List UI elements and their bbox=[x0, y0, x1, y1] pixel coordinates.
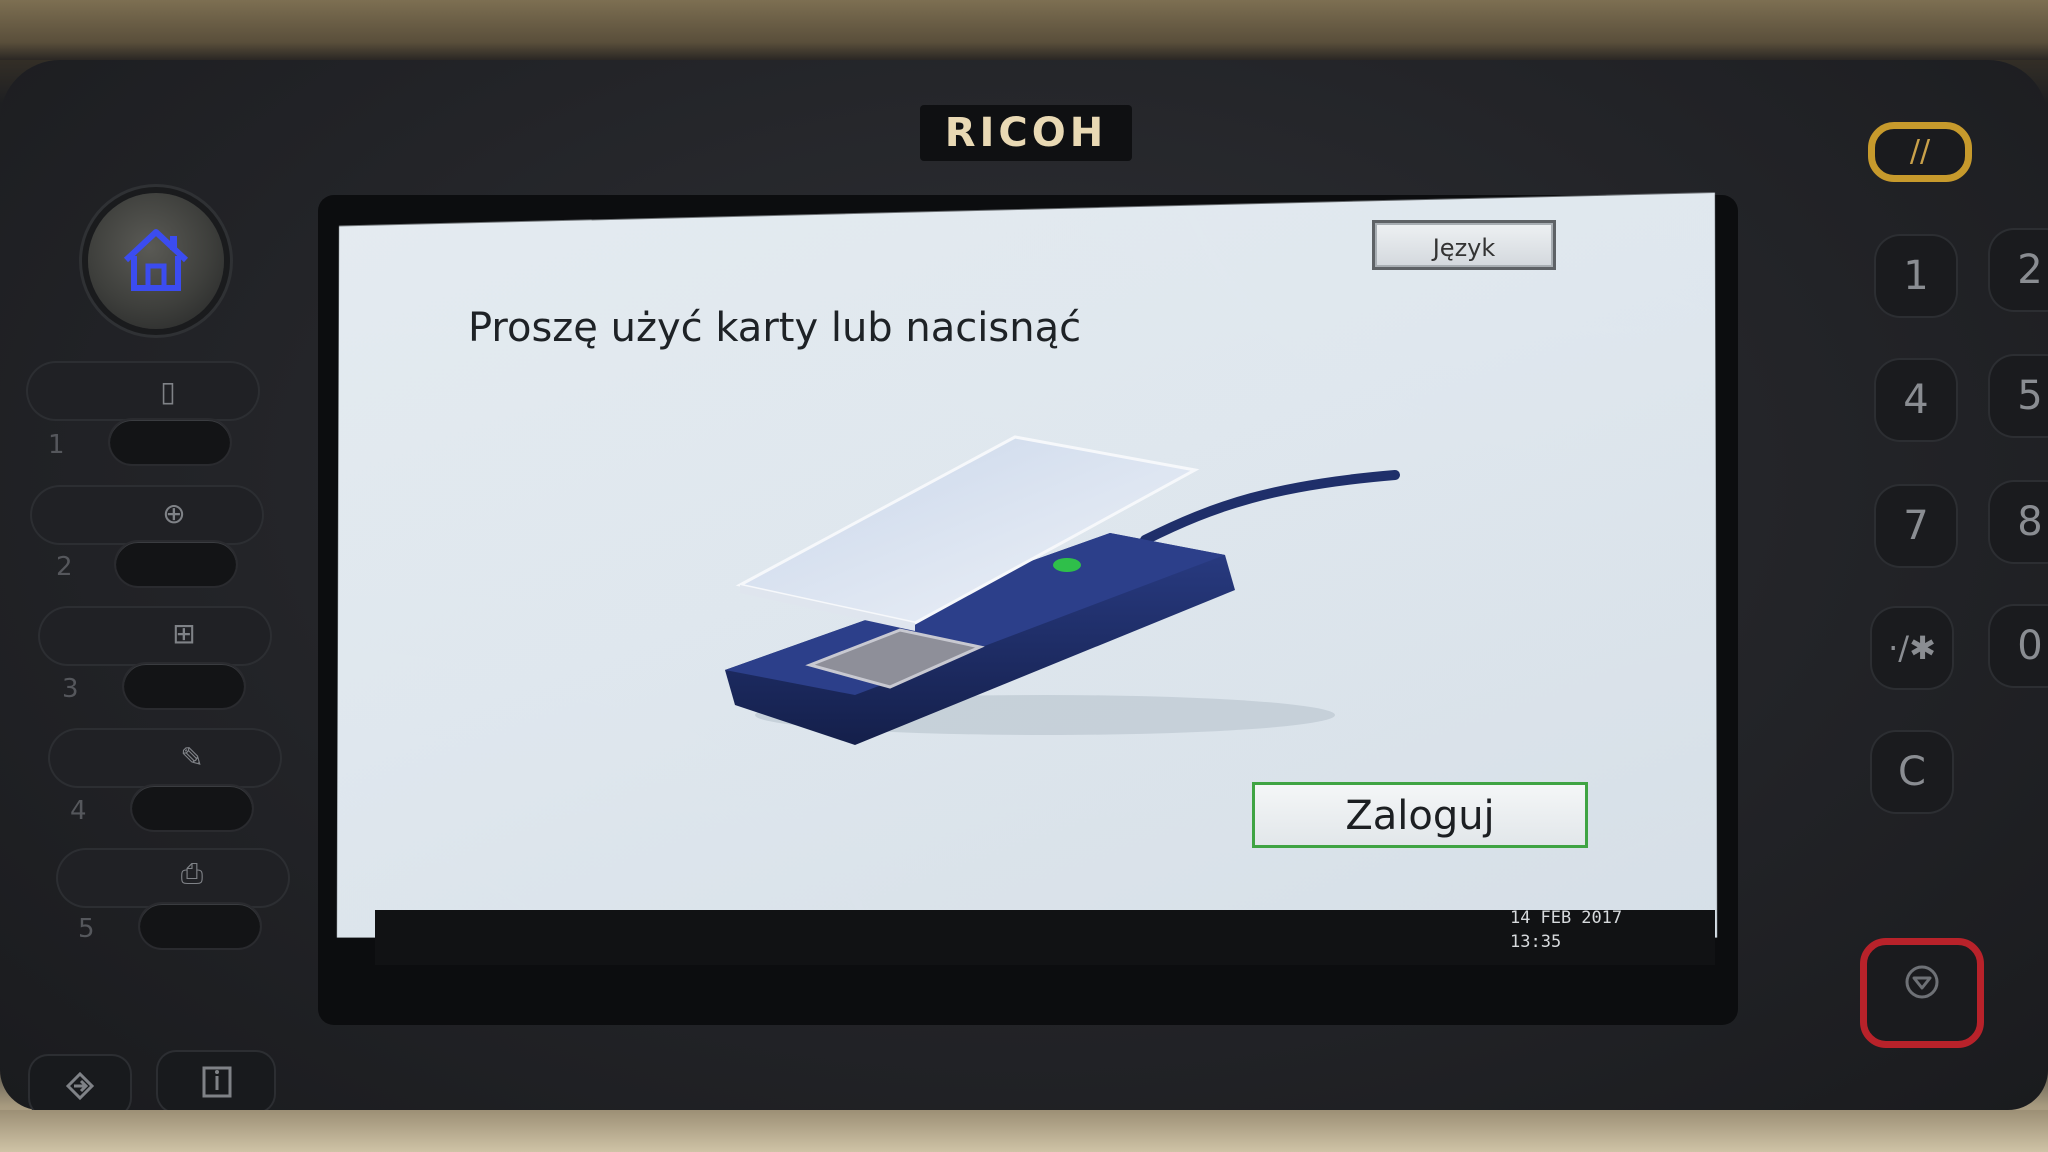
info-button[interactable] bbox=[158, 1052, 274, 1112]
function-slot-2 bbox=[32, 487, 262, 543]
document-icon: ▯ bbox=[160, 375, 176, 408]
time-display: 13:35 bbox=[1510, 932, 1562, 952]
login-prompt: Proszę użyć karty lub nacisnąć bbox=[468, 305, 1082, 351]
login-logout-button[interactable] bbox=[30, 1056, 130, 1116]
reset-button[interactable]: // bbox=[1868, 122, 1972, 182]
function-key-4-number: 4 bbox=[70, 796, 87, 826]
keypad-key-5[interactable]: 5 bbox=[1990, 356, 2048, 436]
date-month: FEB bbox=[1540, 908, 1572, 928]
login-icon bbox=[65, 1071, 95, 1101]
function-slot-3 bbox=[40, 608, 270, 664]
function-key-3[interactable] bbox=[124, 664, 244, 708]
print-icon: ⎙ bbox=[180, 857, 204, 890]
scan-icon: ⊕ bbox=[162, 497, 186, 530]
function-slot-4 bbox=[50, 730, 280, 786]
keypad-key-star[interactable]: ·/✱ bbox=[1872, 608, 1952, 688]
keypad-key-clear[interactable]: C bbox=[1872, 732, 1952, 812]
keypad-key-0[interactable]: 0 bbox=[1990, 606, 2048, 686]
keypad-key-2[interactable]: 2 bbox=[1990, 230, 2048, 310]
copy-icon: ⊞ bbox=[172, 617, 196, 650]
function-key-2-number: 2 bbox=[56, 552, 73, 582]
date-display: 14 FEB 2017 bbox=[1510, 906, 1670, 930]
language-button[interactable]: Język bbox=[1372, 220, 1556, 270]
function-key-4[interactable] bbox=[132, 786, 252, 830]
function-key-5[interactable] bbox=[140, 904, 260, 948]
keypad-key-7[interactable]: 7 bbox=[1876, 486, 1956, 566]
bottom-housing bbox=[0, 1110, 2048, 1152]
function-slot-1 bbox=[28, 363, 258, 419]
keypad-key-1[interactable]: 1 bbox=[1876, 236, 1956, 316]
date-year: 2017 bbox=[1581, 908, 1623, 928]
home-icon bbox=[123, 229, 189, 291]
keypad-key-4[interactable]: 4 bbox=[1876, 360, 1956, 440]
function-key-3-number: 3 bbox=[62, 674, 79, 704]
function-key-1[interactable] bbox=[110, 420, 230, 464]
stop-icon bbox=[1905, 965, 1939, 999]
card-reader-icon bbox=[725, 435, 1400, 745]
date-time-display: 14 FEB 2017 13:35 bbox=[1510, 906, 1670, 954]
login-button[interactable]: Zaloguj bbox=[1252, 782, 1588, 848]
date-day: 14 bbox=[1510, 908, 1531, 928]
top-housing bbox=[0, 0, 2048, 60]
function-key-2[interactable] bbox=[116, 542, 236, 586]
function-key-5-number: 5 bbox=[78, 914, 95, 944]
brand-logo: RICOH bbox=[920, 105, 1132, 161]
function-key-1-number: 1 bbox=[48, 430, 65, 460]
copier-control-panel: RICOH ▯ 1 ⊕ 2 ⊞ 3 ✎ 4 ⎙ 5 Język Proszę u… bbox=[0, 0, 2048, 1152]
keypad-key-8[interactable]: 8 bbox=[1990, 482, 2048, 562]
edit-icon: ✎ bbox=[180, 741, 204, 774]
info-icon bbox=[202, 1066, 232, 1098]
